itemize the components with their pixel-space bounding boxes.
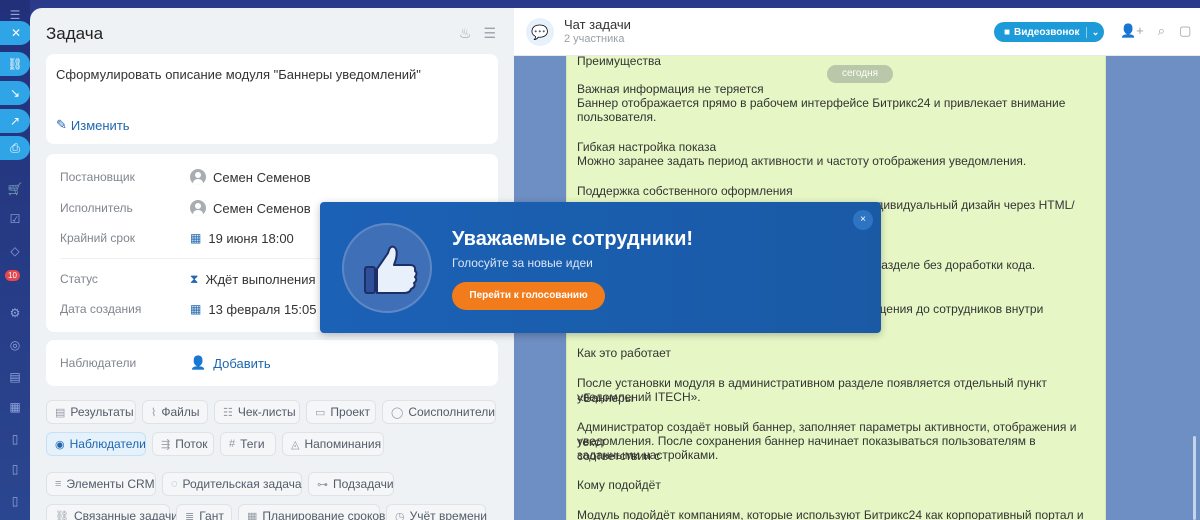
link-icon: ⛓ <box>55 510 69 520</box>
creator-row: Постановщик Семен Семенов <box>60 169 311 185</box>
chip-parent-task[interactable]: ◌ Родительская задача <box>162 472 302 496</box>
list-icon[interactable]: ▤ <box>6 370 24 384</box>
calendar-icon[interactable]: ▦ <box>6 400 24 414</box>
settings-icon[interactable]: ⚙ <box>6 306 24 320</box>
add-observer-button[interactable]: 👤 Добавить <box>190 355 271 371</box>
chat-title: Чат задачи <box>564 17 631 32</box>
pencil-icon: ✎ <box>56 117 67 132</box>
user-icon: 👤 <box>190 355 207 370</box>
checklist-icon: ☷ <box>223 406 233 419</box>
chip-results[interactable]: ▤ Результаты <box>46 400 136 424</box>
doc-icon[interactable]: ▯ <box>6 432 24 446</box>
chat-participants: 2 участника <box>564 33 625 45</box>
arrow-down-right-icon[interactable]: ↘ <box>0 81 30 105</box>
description-card: Сформулировать описание модуля "Баннеры … <box>46 54 498 144</box>
observers-card: Наблюдатели 👤 Добавить <box>46 340 498 386</box>
chip-observers[interactable]: ◉ Наблюдатели <box>46 432 146 456</box>
cart-icon[interactable]: 🛒 <box>6 182 24 196</box>
chat-bubble-icon: 💬 <box>526 18 554 46</box>
banner-subtitle: Голосуйте за новые идеи <box>452 256 593 270</box>
chip-crm[interactable]: ≡ Элементы CRM <box>46 472 156 496</box>
copy-link-icon[interactable]: ⛓ <box>0 52 30 76</box>
open-external-icon[interactable]: ↗ <box>0 109 30 133</box>
chip-reminders[interactable]: ◬ Напоминания <box>282 432 384 456</box>
crm-icon: ≡ <box>55 478 62 490</box>
avatar <box>190 200 206 216</box>
calendar-icon: ▦ <box>190 231 202 245</box>
gantt-icon: ≣ <box>185 510 195 520</box>
search-icon[interactable]: ⌕ <box>1158 23 1165 39</box>
chip-subtasks[interactable]: ⊶ Подзадачи <box>308 472 394 496</box>
menu-icon[interactable]: ☰ <box>483 25 496 42</box>
globe-icon[interactable]: ◎ <box>6 338 24 352</box>
calendar-icon: ▦ <box>247 510 258 520</box>
go-to-vote-button[interactable]: Перейти к голосованию <box>452 282 605 310</box>
document-icon: ▤ <box>55 406 66 419</box>
bell-icon: ◬ <box>291 438 300 451</box>
edit-button[interactable]: ✎ Изменить <box>56 117 130 133</box>
camera-icon: ■ <box>1004 26 1011 38</box>
left-rail: ☰ ✕ ⛓ ↘ ↗ ⎙ 🛒 ☑ ◇ 10 ⚙ ◎ ▤ ▦ ▯ ▯ ▯ <box>0 0 32 520</box>
chip-checklists[interactable]: ☷ Чек-листы <box>214 400 300 424</box>
close-panel-button[interactable]: ✕ <box>0 21 32 45</box>
chevron-down-icon[interactable]: ⌄ <box>1086 26 1104 38</box>
date-divider: сегодня <box>827 65 893 83</box>
folder-icon: ▭ <box>315 406 326 419</box>
notification-banner: Уважаемые сотрудники! Голосуйте за новые… <box>320 202 881 333</box>
avatar <box>190 169 206 185</box>
add-user-icon[interactable]: 👤+ <box>1120 23 1144 39</box>
subtask-icon: ⊶ <box>317 478 328 491</box>
chip-time-tracking[interactable]: ◷ Учёт времени <box>386 504 487 520</box>
user-icon: ◯ <box>391 406 404 419</box>
chip-project[interactable]: ▭ Проект <box>306 400 376 424</box>
fire-icon[interactable]: ♨ <box>459 25 472 42</box>
doc-icon[interactable]: ▯ <box>6 462 24 476</box>
status-value: ⧗ Ждёт выполнения <box>190 271 316 287</box>
task-description: Сформулировать описание модуля "Баннеры … <box>56 67 421 82</box>
banner-title: Уважаемые сотрудники! <box>452 228 694 250</box>
notification-badge: 10 <box>5 270 20 281</box>
chip-related-tasks[interactable]: ⛓ Связанные задачи <box>46 504 178 520</box>
calendar-check-icon: ▦ <box>190 302 202 316</box>
paperclip-icon: ⌇ <box>151 406 157 419</box>
flow-icon: ⇶ <box>161 438 171 451</box>
parent-task-icon: ◌ <box>171 478 178 490</box>
chip-time-planning[interactable]: ▦ Планирование сроков <box>238 504 385 520</box>
doc-icon[interactable]: ▯ <box>6 494 24 508</box>
panel-icon[interactable]: ▢ <box>1179 23 1191 39</box>
chip-coexecutors[interactable]: ◯ Соисполнители <box>382 400 496 424</box>
tasks-icon[interactable]: ☑ <box>6 212 24 226</box>
chip-tags[interactable]: # Теги <box>220 432 276 456</box>
hourglass-icon: ⧗ <box>190 271 199 286</box>
close-icon[interactable]: × <box>853 210 873 230</box>
eye-icon: ◉ <box>55 438 65 451</box>
video-call-button[interactable]: ■ Видеозвонок ⌄ <box>994 22 1104 42</box>
deadline-value[interactable]: ▦ 19 июня 18:00 <box>190 231 294 246</box>
chip-files[interactable]: ⌇ Файлы <box>142 400 208 424</box>
menu-icon[interactable]: ☰ <box>6 8 24 22</box>
clock-icon: ◷ <box>395 510 405 520</box>
thumbs-up-icon <box>342 223 432 313</box>
chip-gantt[interactable]: ≣ Гант <box>176 504 232 520</box>
apps-icon[interactable]: ◇ <box>6 244 24 258</box>
print-icon[interactable]: ⎙ <box>0 136 30 160</box>
chip-flow[interactable]: ⇶ Поток <box>152 432 214 456</box>
chat-scrollbar[interactable] <box>1193 436 1196 520</box>
chat-header: 💬 Чат задачи 2 участника ■ Видеозвонок ⌄… <box>514 8 1200 56</box>
assignee-value[interactable]: Семен Семенов <box>190 200 311 216</box>
hash-icon: # <box>229 438 236 450</box>
page-title: Задача <box>46 24 104 43</box>
creator-value[interactable]: Семен Семенов <box>190 169 311 185</box>
